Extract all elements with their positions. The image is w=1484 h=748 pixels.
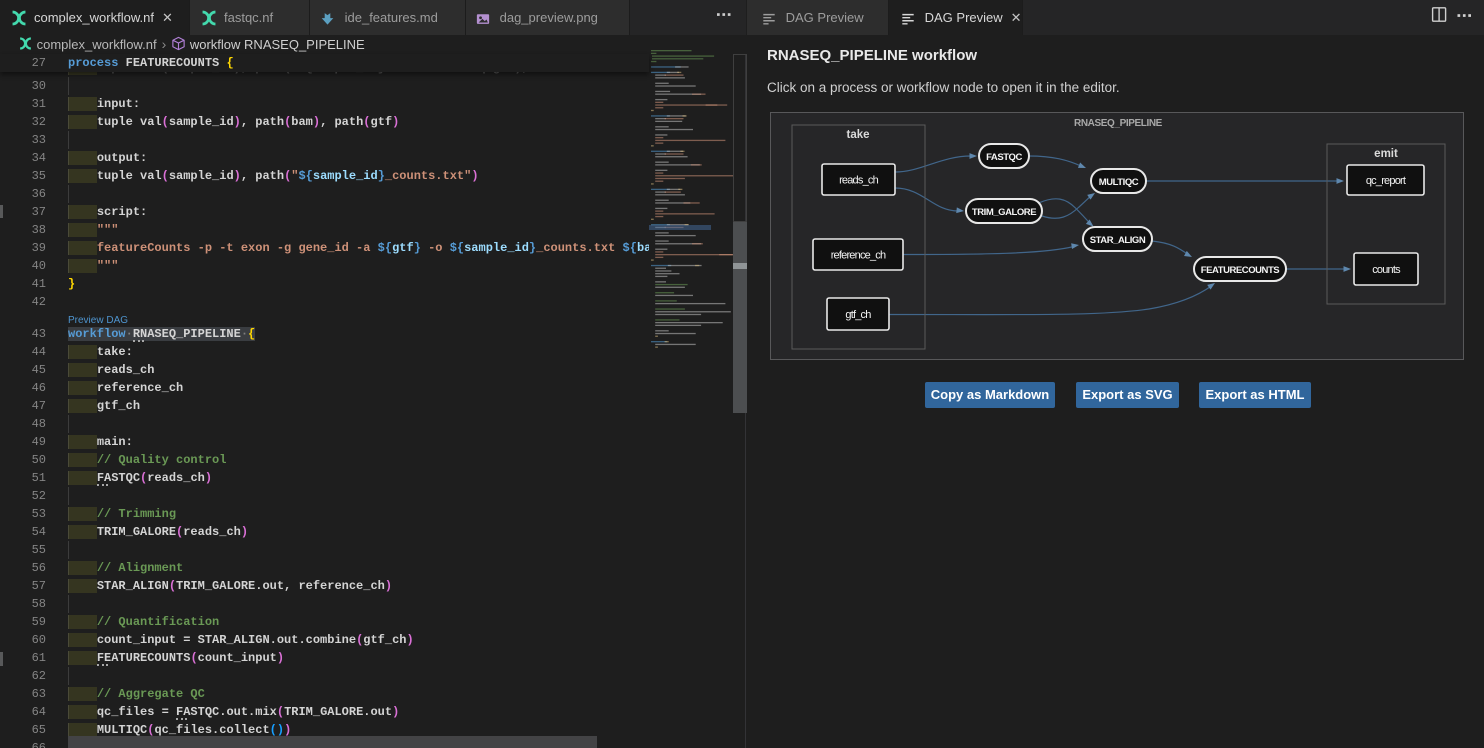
svg-text:gtf_ch: gtf_ch bbox=[845, 309, 871, 321]
svg-text:take: take bbox=[846, 129, 869, 141]
svg-text:MULTIQC: MULTIQC bbox=[1099, 177, 1139, 188]
svg-text:RNASEQ_PIPELINE: RNASEQ_PIPELINE bbox=[1074, 118, 1163, 129]
svg-text:STAR_ALIGN: STAR_ALIGN bbox=[1090, 235, 1146, 246]
svg-text:emit: emit bbox=[1374, 148, 1398, 160]
svg-text:FASTQC: FASTQC bbox=[986, 152, 1022, 163]
svg-text:reference_ch: reference_ch bbox=[831, 250, 886, 262]
svg-text:counts: counts bbox=[1372, 264, 1401, 276]
svg-text:qc_report: qc_report bbox=[1366, 175, 1406, 187]
svg-text:TRIM_GALORE: TRIM_GALORE bbox=[972, 207, 1036, 218]
svg-text:FEATURECOUNTS: FEATURECOUNTS bbox=[1201, 265, 1280, 276]
svg-text:reads_ch: reads_ch bbox=[839, 175, 879, 187]
